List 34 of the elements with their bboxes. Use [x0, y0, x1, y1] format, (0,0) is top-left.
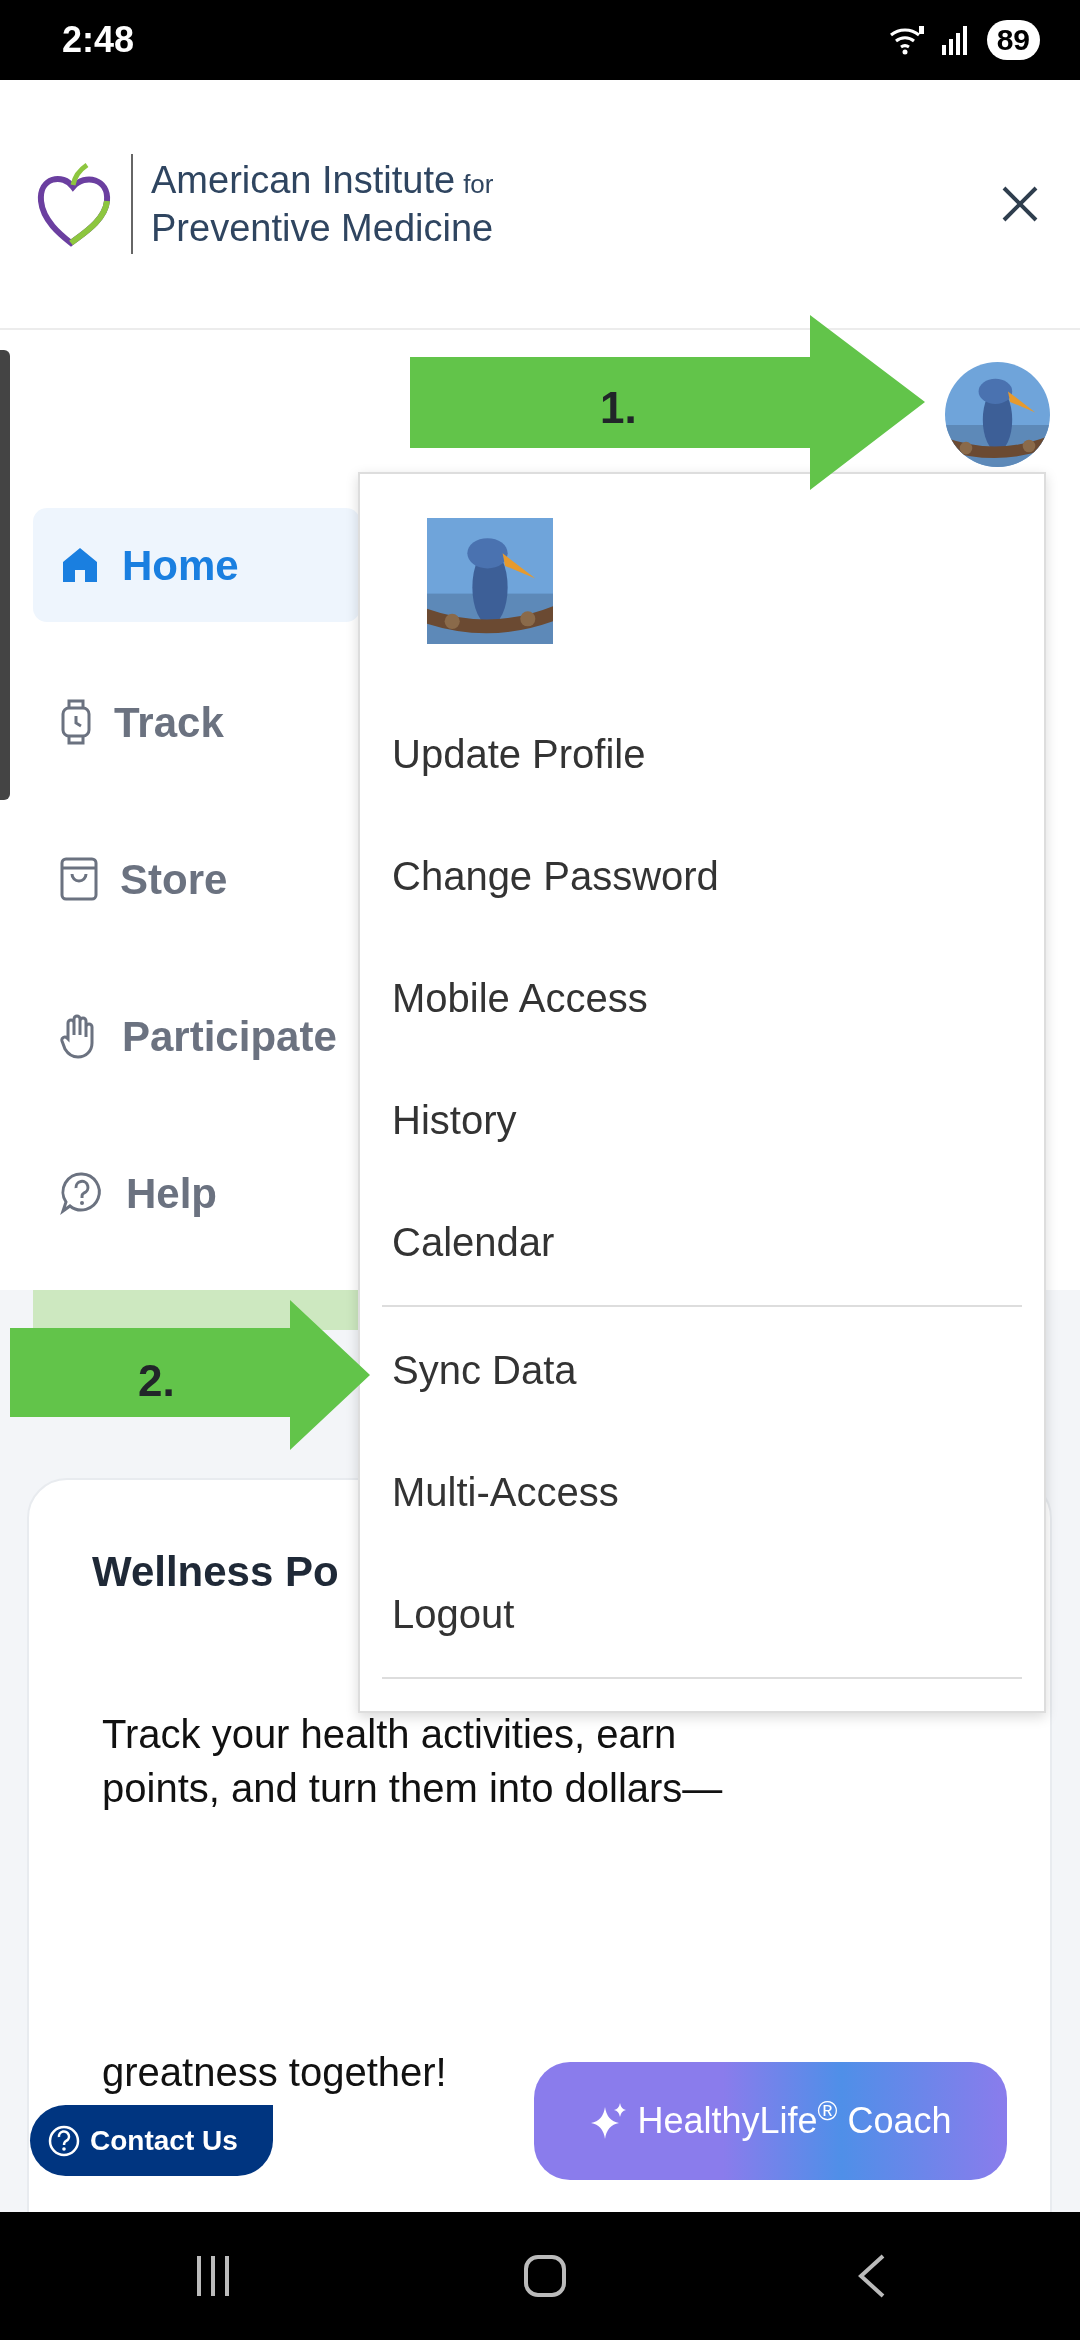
card-text: Track your health activities, earn	[102, 1711, 678, 1758]
help-icon	[48, 2124, 80, 2157]
nav-item[interactable]: Participate	[33, 979, 360, 1093]
watch-icon	[60, 699, 92, 745]
nav-item[interactable]: Store	[33, 822, 360, 936]
battery-level: 89	[986, 20, 1040, 60]
card-title: Wellness Po	[92, 1547, 340, 1597]
menu-item[interactable]: History	[382, 1059, 1022, 1181]
wifi-icon	[888, 25, 925, 55]
contact-us-button[interactable]: Contact Us	[30, 2105, 273, 2176]
menu-item[interactable]: Sync Data	[382, 1309, 1022, 1431]
menu-item[interactable]: Mobile Access	[382, 937, 1022, 1059]
card-text: points, and turn them into dollars—	[102, 1765, 724, 1812]
menu-item[interactable]: Update Profile	[382, 693, 1022, 815]
home-icon	[60, 545, 100, 585]
menu-item[interactable]: Logout	[382, 1553, 1022, 1675]
back-icon[interactable]	[857, 2254, 887, 2298]
status-time: 2:48	[62, 18, 135, 62]
annotation-label: 1.	[600, 382, 637, 434]
nav-item[interactable]: Help	[33, 1136, 360, 1250]
menu-item[interactable]: Calendar	[382, 1181, 1022, 1303]
nav-item[interactable]: Track	[33, 665, 360, 779]
menu-item[interactable]: Change Password	[382, 815, 1022, 937]
shopping-bag-icon	[60, 857, 98, 901]
menu-item[interactable]: Multi-Access	[382, 1431, 1022, 1553]
nav-item[interactable]: Home	[33, 508, 360, 622]
close-icon[interactable]	[1000, 184, 1040, 224]
card-text: greatness together!	[102, 2049, 448, 2096]
logo-text: American Institute	[151, 158, 456, 202]
help-icon	[60, 1171, 104, 1215]
home-button-icon[interactable]	[523, 2254, 567, 2298]
annotation-label: 2.	[138, 1355, 175, 1407]
logo-text: for	[463, 168, 494, 201]
logo-text: Preventive Medicine	[151, 206, 494, 250]
